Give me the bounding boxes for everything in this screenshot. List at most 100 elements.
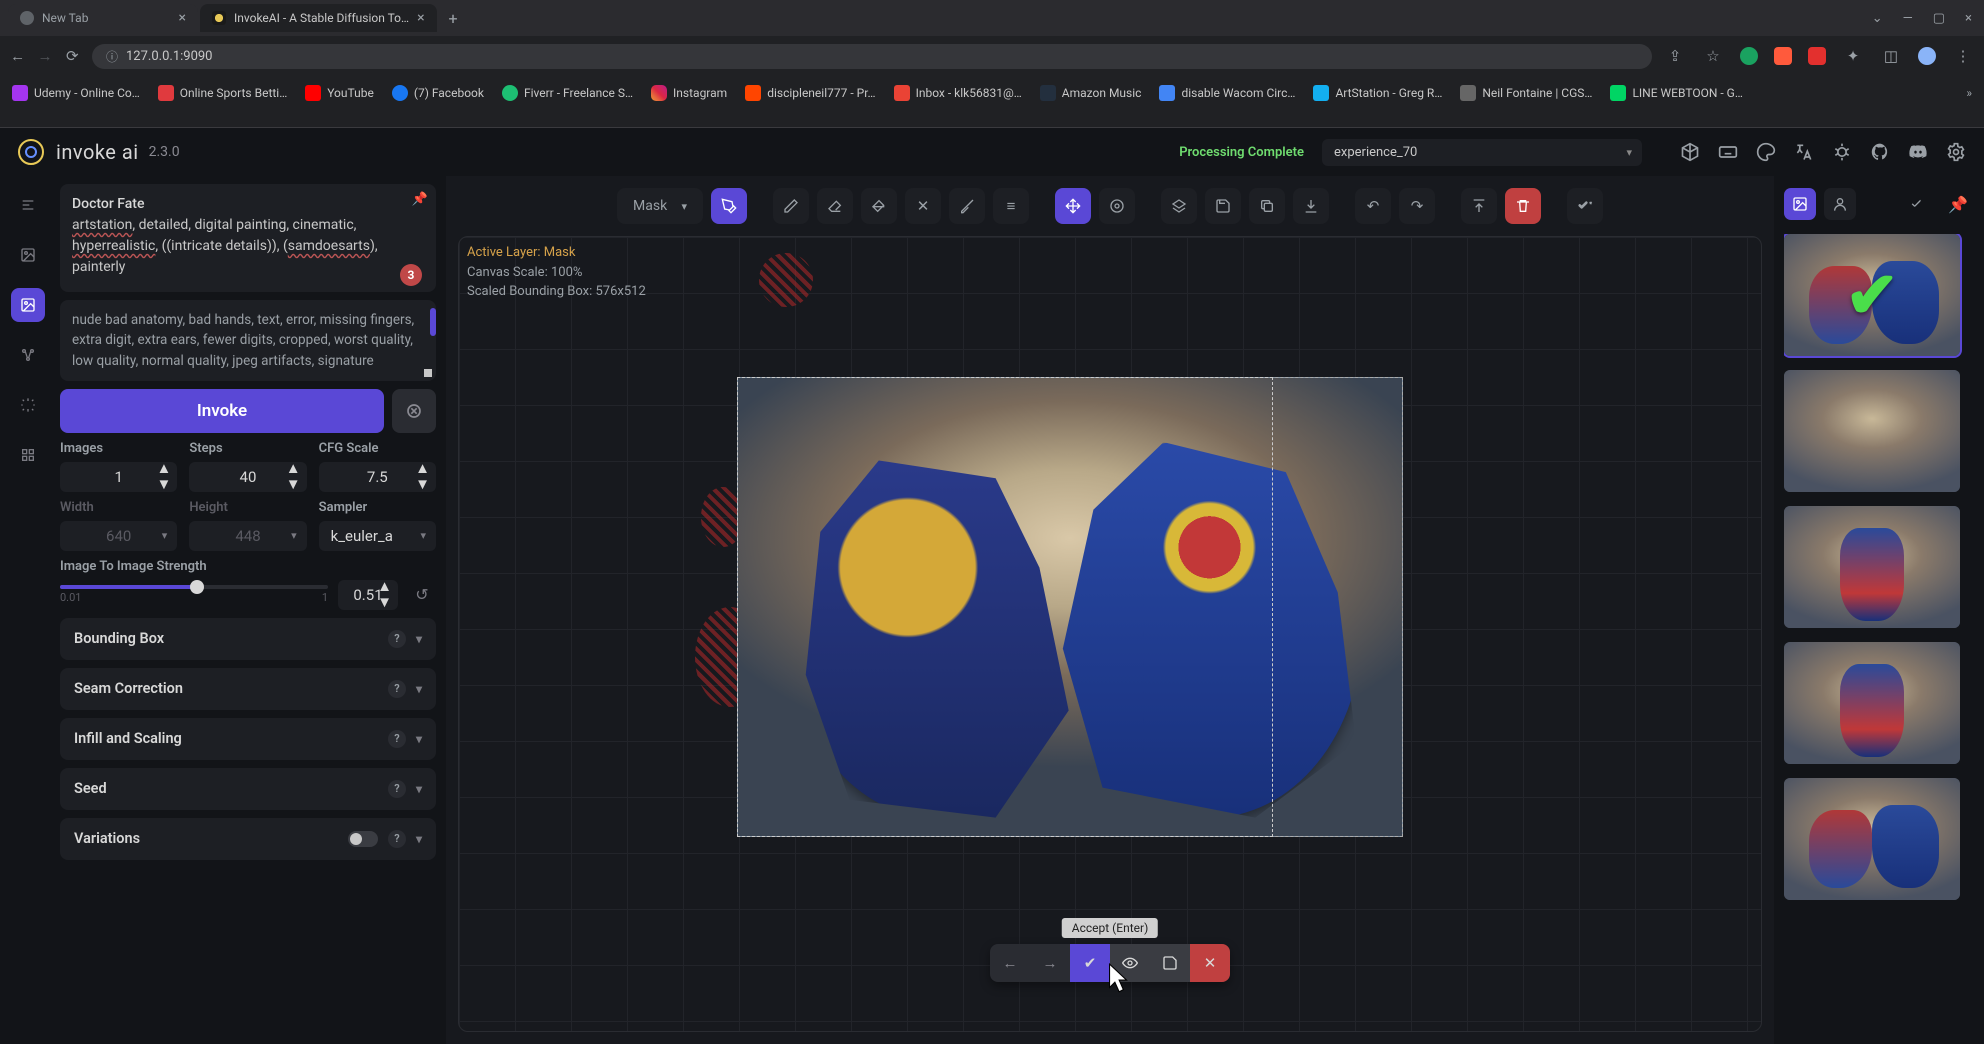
- move-tool-icon[interactable]: [1055, 188, 1091, 224]
- seam-correction-accordion[interactable]: Seam Correction?▾: [60, 668, 436, 710]
- unified-canvas-tab-icon[interactable]: [11, 288, 45, 322]
- cancel-button[interactable]: [392, 389, 436, 433]
- merge-visible-icon[interactable]: [1161, 188, 1197, 224]
- pin-icon[interactable]: 📌: [412, 190, 428, 210]
- brush-options-icon[interactable]: ≡: [993, 188, 1029, 224]
- palette-icon[interactable]: [1756, 142, 1776, 162]
- fill-tool-icon[interactable]: [861, 188, 897, 224]
- canvas-settings-icon[interactable]: [1567, 188, 1603, 224]
- undo-icon[interactable]: ↶: [1355, 188, 1391, 224]
- bookmark-item[interactable]: Inbox - klk56831@…: [894, 85, 1022, 101]
- bookmark-item[interactable]: Neil Fontaine | CGS…: [1460, 85, 1592, 101]
- close-window-icon[interactable]: ×: [1965, 11, 1972, 26]
- i2i-value-input[interactable]: 0.51▲▼: [338, 580, 398, 610]
- redo-icon[interactable]: ↷: [1399, 188, 1435, 224]
- bookmark-item[interactable]: Amazon Music: [1040, 85, 1142, 101]
- brush-tool-icon[interactable]: [711, 188, 747, 224]
- save-to-gallery-icon[interactable]: [1205, 188, 1241, 224]
- bookmark-item[interactable]: disable Wacom Circ…: [1159, 85, 1295, 101]
- bookmark-item[interactable]: Udemy - Online Co…: [12, 85, 140, 101]
- staging-discard-icon[interactable]: ✕: [1190, 944, 1230, 982]
- gallery-thumbnail[interactable]: [1784, 370, 1960, 492]
- ext-icon[interactable]: [1774, 47, 1792, 65]
- steps-input[interactable]: 40▲▼: [189, 462, 306, 492]
- download-icon[interactable]: [1293, 188, 1329, 224]
- help-icon[interactable]: ?: [388, 830, 406, 848]
- bookmark-item[interactable]: Fiverr - Freelance S…: [502, 85, 633, 101]
- img2img-tab-icon[interactable]: [11, 238, 45, 272]
- seed-accordion[interactable]: Seed?▾: [60, 768, 436, 810]
- minimize-icon[interactable]: —: [1903, 11, 1913, 26]
- bookmark-item[interactable]: Online Sports Betti…: [158, 85, 287, 101]
- staging-prev-icon[interactable]: ←: [990, 944, 1030, 982]
- help-icon[interactable]: ?: [388, 780, 406, 798]
- height-select[interactable]: 448▾: [189, 521, 306, 551]
- address-bar[interactable]: ⓘ 127.0.0.1:9090: [92, 44, 1652, 69]
- settings-icon[interactable]: [1946, 142, 1966, 162]
- sampler-select[interactable]: k_euler_a▾: [319, 521, 436, 551]
- invoke-button[interactable]: Invoke: [60, 389, 384, 433]
- layer-select[interactable]: Mask▾: [617, 188, 703, 224]
- nodes-tab-icon[interactable]: [11, 338, 45, 372]
- resize-handle-icon[interactable]: [424, 369, 432, 377]
- clear-canvas-icon[interactable]: [1505, 188, 1541, 224]
- new-tab-button[interactable]: +: [439, 5, 468, 32]
- bookmark-item[interactable]: YouTube: [305, 85, 374, 101]
- gallery-thumbnail[interactable]: [1784, 642, 1960, 764]
- infill-scaling-accordion[interactable]: Infill and Scaling?▾: [60, 718, 436, 760]
- ext-icon[interactable]: [1740, 47, 1758, 65]
- positive-prompt[interactable]: 📌 Doctor Fate artstation, detailed, digi…: [60, 184, 436, 292]
- width-select[interactable]: 640▾: [60, 521, 177, 551]
- reload-icon[interactable]: ⟳: [65, 47, 80, 65]
- discord-icon[interactable]: [1908, 142, 1928, 162]
- bookmark-item[interactable]: discipleneil777 - Pr…: [745, 85, 875, 101]
- bounding-box-accordion[interactable]: Bounding Box?▾: [60, 618, 436, 660]
- star-icon[interactable]: ☆: [1702, 47, 1724, 65]
- bookmark-item[interactable]: LINE WEBTOON - G…: [1610, 85, 1742, 101]
- gallery-thumbnail[interactable]: [1784, 778, 1960, 900]
- browser-tab-invokeai[interactable]: InvokeAI - A Stable Diffusion To… ×: [200, 4, 437, 32]
- pen-tool-icon[interactable]: [773, 188, 809, 224]
- staging-save-icon[interactable]: [1150, 944, 1190, 982]
- staging-next-icon[interactable]: →: [1030, 944, 1070, 982]
- back-icon[interactable]: ←: [10, 47, 25, 65]
- gallery-pin-icon[interactable]: 📌: [1942, 188, 1974, 220]
- txt2img-tab-icon[interactable]: [11, 188, 45, 222]
- gallery-thumbnail[interactable]: [1784, 506, 1960, 628]
- reset-icon[interactable]: ↺: [408, 581, 436, 609]
- bookmark-item[interactable]: (7) Facebook: [392, 85, 484, 101]
- extensions-icon[interactable]: ✦: [1842, 47, 1864, 65]
- language-icon[interactable]: [1794, 142, 1814, 162]
- close-icon[interactable]: ×: [179, 10, 186, 26]
- postprocess-tab-icon[interactable]: [11, 388, 45, 422]
- copy-to-clipboard-icon[interactable]: [1249, 188, 1285, 224]
- cfg-input[interactable]: 7.5▲▼: [319, 462, 436, 492]
- forward-icon[interactable]: →: [37, 47, 52, 65]
- reset-view-icon[interactable]: [1099, 188, 1135, 224]
- site-info-icon[interactable]: ⓘ: [106, 48, 118, 65]
- upload-icon[interactable]: [1461, 188, 1497, 224]
- profile-avatar[interactable]: [1918, 47, 1936, 65]
- gallery-user-tab-icon[interactable]: [1824, 188, 1856, 220]
- share-icon[interactable]: ⇪: [1664, 47, 1686, 65]
- sidepanel-icon[interactable]: ◫: [1880, 47, 1902, 65]
- variations-accordion[interactable]: Variations ?▾: [60, 818, 436, 860]
- close-icon[interactable]: ×: [417, 10, 424, 26]
- model-select[interactable]: experience_70 ▾: [1322, 139, 1642, 166]
- color-picker-icon[interactable]: [949, 188, 985, 224]
- maximize-icon[interactable]: ▢: [1933, 11, 1945, 26]
- bounding-box-outline[interactable]: [737, 377, 1273, 837]
- variations-toggle[interactable]: [348, 831, 378, 847]
- bug-icon[interactable]: [1832, 142, 1852, 162]
- help-icon[interactable]: ?: [388, 730, 406, 748]
- i2i-slider[interactable]: [60, 585, 328, 589]
- eraser-tool-icon[interactable]: [817, 188, 853, 224]
- images-input[interactable]: 1▲▼: [60, 462, 177, 492]
- browser-tab-new[interactable]: New Tab ×: [8, 4, 198, 32]
- bookmark-item[interactable]: Instagram: [651, 85, 727, 101]
- keyboard-icon[interactable]: [1718, 142, 1738, 162]
- gallery-images-tab-icon[interactable]: [1784, 188, 1816, 220]
- training-tab-icon[interactable]: [11, 438, 45, 472]
- menu-icon[interactable]: ⋮: [1952, 47, 1974, 65]
- gallery-thumbnail[interactable]: ✔: [1784, 234, 1960, 356]
